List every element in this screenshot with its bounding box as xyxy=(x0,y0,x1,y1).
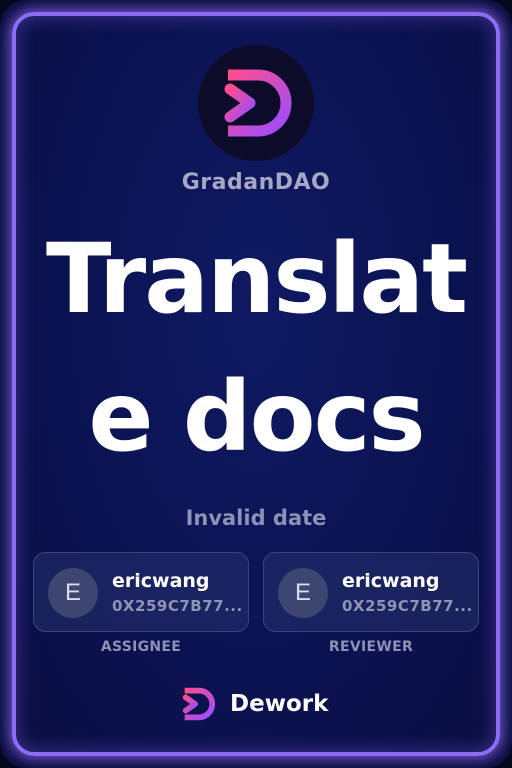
reviewer-name: ericwang xyxy=(342,570,440,592)
dework-logo-icon xyxy=(182,687,216,721)
avatar: E xyxy=(278,568,328,618)
dework-brand[interactable]: Dework xyxy=(178,684,328,724)
avatar: E xyxy=(48,568,98,618)
brand-name: Dework xyxy=(230,691,329,717)
assignee-name: ericwang xyxy=(112,570,210,592)
reviewer-card[interactable]: E ericwang 0X259C7B77... xyxy=(263,552,479,632)
assignee-label: ASSIGNEE xyxy=(100,639,182,655)
task-card-frame: GradanDAO Translate docs Invalid date E … xyxy=(0,0,512,768)
reviewer-label: REVIEWER xyxy=(328,639,414,655)
dao-name: GradanDAO xyxy=(181,170,331,195)
reviewer-address: 0X259C7B77... xyxy=(342,597,473,615)
task-date: Invalid date xyxy=(185,506,327,530)
task-title: Translate docs xyxy=(45,223,468,473)
assignee-card[interactable]: E ericwang 0X259C7B77... xyxy=(33,552,249,632)
assignee-address: 0X259C7B77... xyxy=(112,597,243,615)
gradandao-logo-icon xyxy=(224,69,292,137)
dao-logo xyxy=(198,45,314,161)
